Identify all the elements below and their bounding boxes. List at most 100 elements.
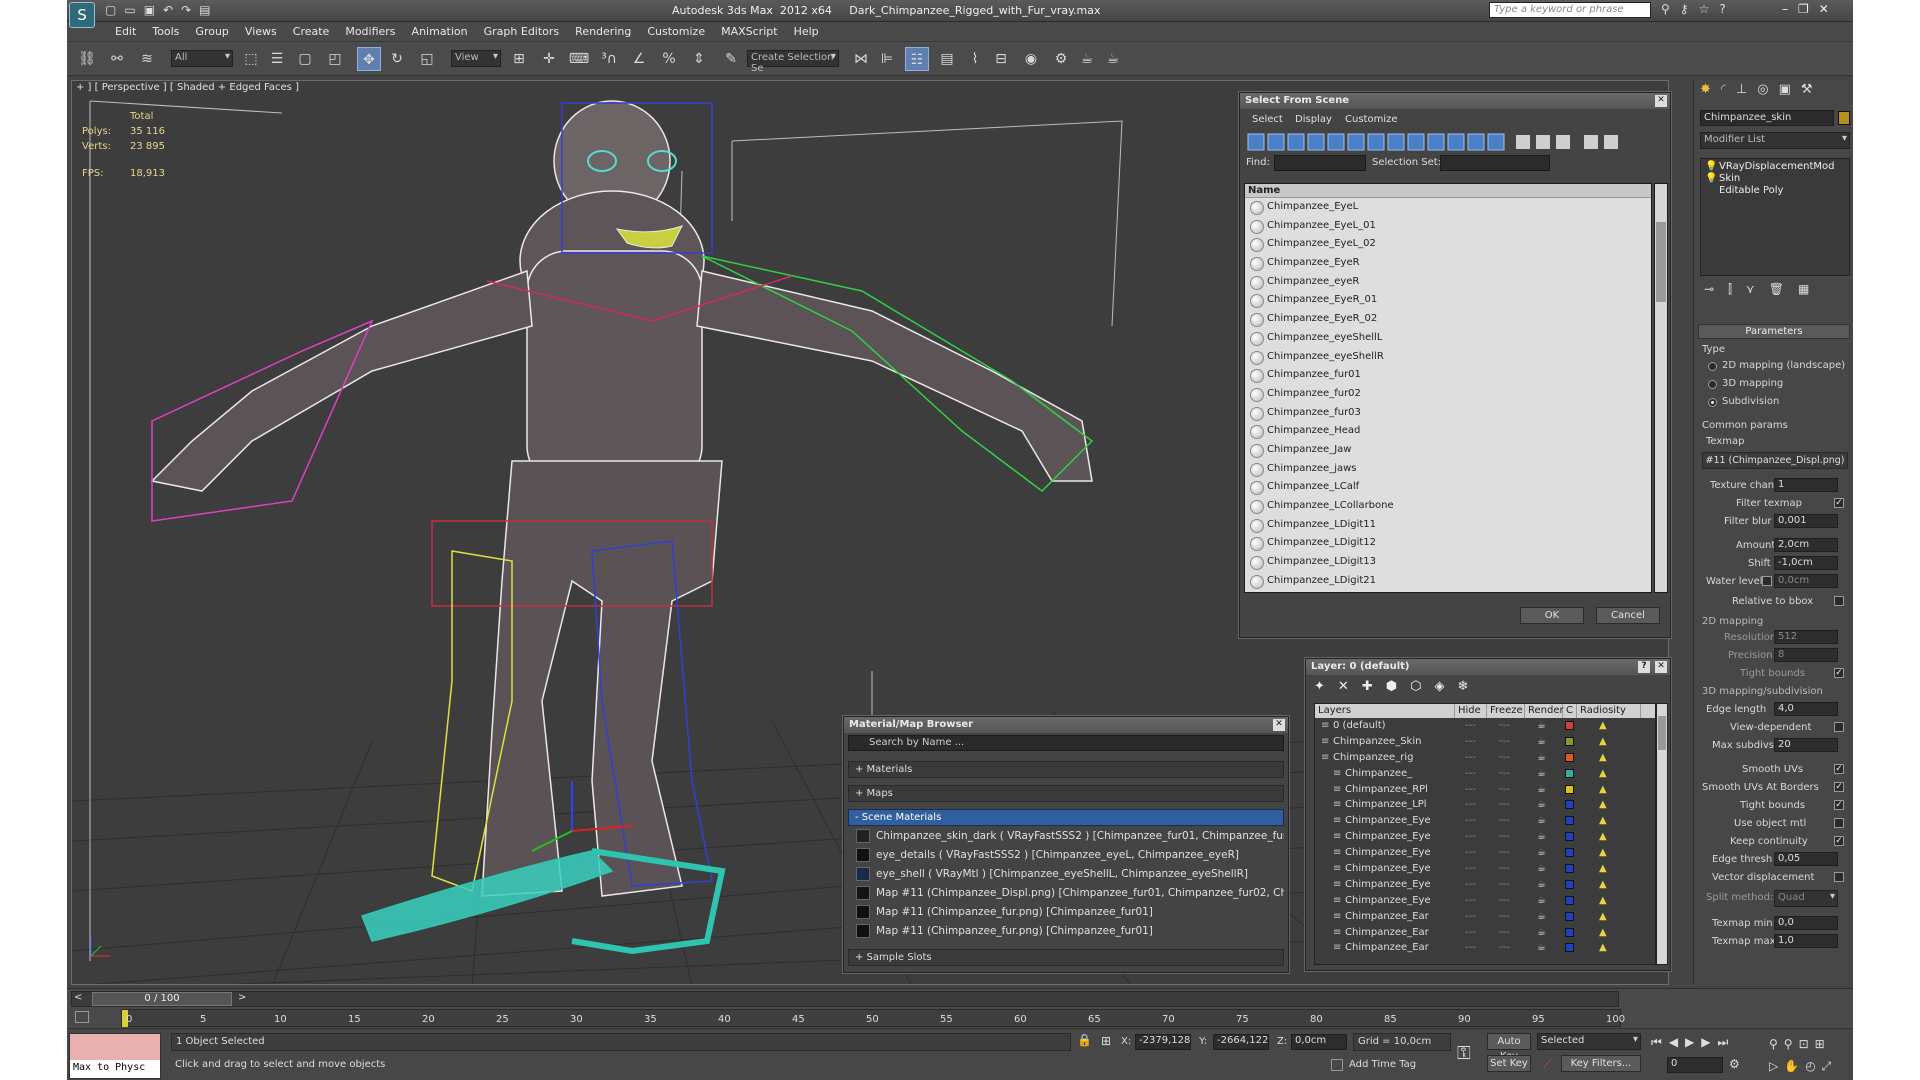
render-teapot-icon[interactable]: ☕	[1537, 750, 1546, 765]
layer-color-swatch[interactable]	[1565, 752, 1574, 762]
select-manipulate-icon[interactable]: ✛	[537, 47, 561, 71]
material-search-input[interactable]: Search by Name ...	[848, 735, 1284, 751]
scene-object-item[interactable]: Chimpanzee_EyeR_01	[1245, 291, 1651, 310]
freeze-toggle[interactable]: ---	[1499, 734, 1510, 749]
layer-row[interactable]: ≡ Chimpanzee_Eye --- --- ☕ ▲	[1315, 813, 1655, 829]
key-icon[interactable]: ⚷	[1680, 2, 1699, 16]
radiosity-icon[interactable]: ▲	[1599, 813, 1607, 828]
group-materials[interactable]: + Materials	[848, 761, 1284, 778]
render-teapot-icon[interactable]: ☕	[1537, 877, 1546, 892]
radiosity-icon[interactable]: ▲	[1599, 893, 1607, 908]
layer-color-swatch[interactable]	[1565, 816, 1574, 826]
hide-toggle[interactable]: ---	[1465, 718, 1476, 733]
scene-object-item[interactable]: Chimpanzee_Jaw	[1245, 441, 1651, 460]
set-key-mode-icon[interactable]: ⚿	[1457, 1043, 1471, 1064]
hide-toggle[interactable]: ---	[1465, 750, 1476, 765]
sfs-menu-display[interactable]: Display	[1295, 114, 1332, 125]
curve-editor-icon[interactable]: ⌇	[963, 47, 987, 71]
rect-selection-icon[interactable]: ▢	[293, 47, 317, 71]
menu-create[interactable]: Create	[285, 22, 338, 38]
freeze-toggle[interactable]: ---	[1499, 877, 1510, 892]
layer-row[interactable]: ≡ Chimpanzee_rig --- --- ☕ ▲	[1315, 750, 1655, 766]
hide-toggle[interactable]: ---	[1465, 940, 1476, 955]
layer-color-swatch[interactable]	[1565, 768, 1574, 778]
star-icon[interactable]: ☆	[1699, 2, 1720, 16]
display-tab-icon[interactable]: ▣	[1779, 82, 1801, 97]
maximize-viewport-icon[interactable]: ⤢	[1822, 1059, 1838, 1073]
scene-object-item[interactable]: Chimpanzee_eyeShellL	[1245, 329, 1651, 348]
show-end-result-icon[interactable]: ⫿	[1728, 282, 1746, 296]
edit-named-selection-icon[interactable]: ✎	[719, 47, 743, 71]
radiosity-icon[interactable]: ▲	[1599, 782, 1607, 797]
zoom-all-icon[interactable]: ⚲	[1784, 1037, 1799, 1051]
add-time-tag-icon[interactable]	[1331, 1059, 1343, 1071]
redo-icon[interactable]: ↷	[181, 3, 199, 17]
set-key-button[interactable]: Set Key	[1487, 1055, 1531, 1072]
close-icon[interactable]: ✕	[1655, 95, 1667, 107]
selection-filter-dropdown[interactable]: All	[171, 50, 233, 67]
make-unique-icon[interactable]: ⋎	[1746, 282, 1769, 296]
angle-snap-icon[interactable]: ∠	[627, 47, 651, 71]
tight-bounds-checkbox[interactable]: ✓	[1834, 668, 1844, 678]
menu-customize[interactable]: Customize	[639, 22, 713, 38]
col-render[interactable]: Render	[1525, 704, 1564, 718]
ref-coord-dropdown[interactable]: View	[451, 50, 501, 67]
material-editor-icon[interactable]: ◉	[1019, 47, 1043, 71]
tight-bounds2-checkbox[interactable]: ✓	[1834, 800, 1844, 810]
align-icon[interactable]: ⊫	[875, 47, 899, 71]
time-slider-thumb[interactable]: 0 / 100	[92, 992, 232, 1006]
select-scale-icon[interactable]: ◱	[415, 47, 439, 71]
add-to-layer-icon[interactable]: ✚	[1362, 679, 1386, 694]
render-teapot-icon[interactable]: ☕	[1537, 782, 1546, 797]
scene-object-item[interactable]: Chimpanzee_LCalf	[1245, 478, 1651, 497]
close-icon[interactable]: ✕	[1655, 661, 1667, 673]
window-crossing-icon[interactable]: ◰	[323, 47, 347, 71]
relative-bbox-checkbox[interactable]	[1834, 596, 1844, 606]
scene-object-item[interactable]: Chimpanzee_LDigit12	[1245, 534, 1651, 553]
render-teapot-icon[interactable]: ☕	[1537, 813, 1546, 828]
radiosity-icon[interactable]: ▲	[1599, 909, 1607, 924]
time-slider-prev[interactable]: <	[74, 992, 82, 1003]
minimize-icon[interactable]: –	[1782, 2, 1798, 16]
scene-material-item[interactable]: eye_details ( VRayFastSSS2 ) [Chimpanzee…	[848, 846, 1284, 865]
radiosity-icon[interactable]: ▲	[1599, 766, 1607, 781]
close-icon[interactable]: ✕	[1273, 719, 1285, 731]
key-filters-button[interactable]: Key Filters...	[1561, 1055, 1641, 1072]
open-file-icon[interactable]: ▭	[124, 3, 143, 17]
scene-object-item[interactable]: Chimpanzee_EyeR_02	[1245, 310, 1651, 329]
sfs-menu-customize[interactable]: Customize	[1345, 114, 1398, 125]
smooth-uvs-checkbox[interactable]: ✓	[1834, 764, 1844, 774]
group-maps[interactable]: + Maps	[848, 785, 1284, 802]
create-layer-icon[interactable]: ✦	[1314, 679, 1338, 694]
hide-toggle[interactable]: ---	[1465, 877, 1476, 892]
maxscript-listener[interactable]: Max to Physc	[69, 1033, 161, 1079]
layer-row[interactable]: ≡ Chimpanzee_ --- --- ☕ ▲	[1315, 766, 1655, 782]
hide-all-icon[interactable]: ◈	[1434, 679, 1457, 694]
layer-row[interactable]: ≡ Chimpanzee_LPl --- --- ☕ ▲	[1315, 797, 1655, 813]
orbit-icon[interactable]: ◴	[1805, 1059, 1821, 1073]
freeze-toggle[interactable]: ---	[1499, 813, 1510, 828]
render-teapot-icon[interactable]: ☕	[1537, 861, 1546, 876]
select-move-icon[interactable]: ✥	[357, 47, 381, 71]
z-coordinate[interactable]: 0,0cm	[1291, 1034, 1347, 1050]
menu-group[interactable]: Group	[187, 22, 237, 38]
scene-material-item[interactable]: Chimpanzee_skin_dark ( VRayFastSSS2 ) [C…	[848, 827, 1284, 846]
snaps-toggle-icon[interactable]: ³∩	[597, 47, 621, 71]
material-browser-title[interactable]: Material/Map Browser ✕	[844, 717, 1288, 733]
freeze-toggle[interactable]: ---	[1499, 940, 1510, 955]
scene-object-item[interactable]: Chimpanzee_Head	[1245, 422, 1651, 441]
radiosity-icon[interactable]: ▲	[1599, 797, 1607, 812]
scene-object-item[interactable]: Chimpanzee_jaws	[1245, 460, 1651, 479]
object-name-field[interactable]: Chimpanzee_skin	[1700, 110, 1834, 126]
pin-stack-icon[interactable]: ⊸	[1704, 282, 1728, 296]
layer-scrollbar[interactable]	[1656, 703, 1668, 965]
sfs-menu-select[interactable]: Select	[1252, 114, 1283, 125]
render-teapot-icon[interactable]: ☕	[1537, 797, 1546, 812]
schematic-view-icon[interactable]: ⊟	[989, 47, 1013, 71]
freeze-toggle[interactable]: ---	[1499, 893, 1510, 908]
radiosity-icon[interactable]: ▲	[1599, 925, 1607, 940]
sfs-scrollbar-thumb[interactable]	[1656, 222, 1666, 302]
scene-object-item[interactable]: Chimpanzee_EyeL_01	[1245, 217, 1651, 236]
percent-snap-icon[interactable]: %	[657, 47, 681, 71]
close-icon[interactable]: ✕	[1819, 2, 1839, 16]
